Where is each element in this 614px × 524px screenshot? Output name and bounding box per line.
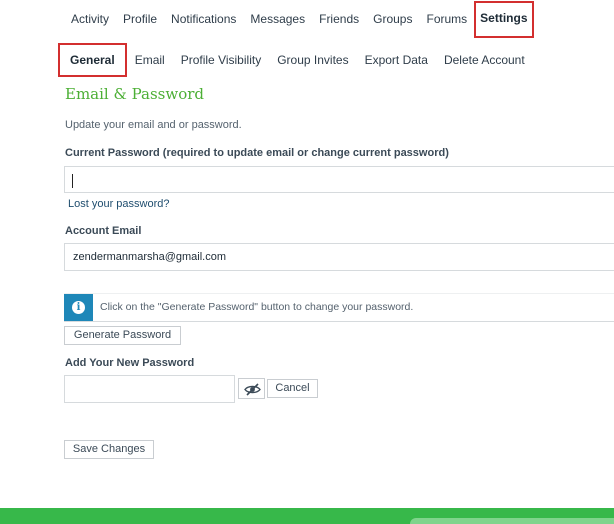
notice-text: Click on the "Generate Password" button … [100,301,414,313]
new-password-label: Add Your New Password [65,357,195,369]
lost-password-link[interactable]: Lost your password? [68,198,170,210]
nav-settings[interactable]: Settings [474,1,534,38]
cancel-button[interactable]: Cancel [267,379,318,398]
subnav-email[interactable]: Email [127,43,173,77]
subnav-export-data[interactable]: Export Data [357,43,436,77]
footer-bar [0,508,614,524]
subnav-delete-account[interactable]: Delete Account [436,43,533,77]
subnav-general[interactable]: General [58,43,127,77]
section-title: Email & Password [65,85,204,103]
account-email-label: Account Email [65,225,142,237]
section-description: Update your email and or password. [65,119,242,131]
password-notice: i Click on the "Generate Password" butto… [64,293,614,322]
account-email-value: zendermanmarsha@gmail.com [73,251,227,263]
nav-groups[interactable]: Groups [366,0,419,38]
save-changes-button[interactable]: Save Changes [64,440,154,459]
nav-activity[interactable]: Activity [64,0,116,38]
eye-slash-icon [244,383,261,396]
info-icon-box: i [64,294,93,321]
subnav-group-invites[interactable]: Group Invites [269,43,356,77]
nav-friends[interactable]: Friends [312,0,366,38]
nav-forums[interactable]: Forums [419,0,474,38]
text-caret [72,174,73,188]
footer-tab [410,518,614,524]
generate-password-button[interactable]: Generate Password [64,326,181,345]
account-email-field[interactable]: zendermanmarsha@gmail.com [64,243,614,271]
new-password-field[interactable] [64,375,235,403]
current-password-field[interactable] [64,166,614,193]
current-password-label: Current Password (required to update ema… [65,147,449,159]
nav-notifications[interactable]: Notifications [164,0,243,38]
toggle-password-visibility-button[interactable] [238,378,265,399]
nav-messages[interactable]: Messages [243,0,312,38]
nav-profile[interactable]: Profile [116,0,164,38]
info-icon: i [72,301,85,314]
subnav-profile-visibility[interactable]: Profile Visibility [173,43,269,77]
settings-subnav: General Email Profile Visibility Group I… [58,43,533,77]
top-nav: Activity Profile Notifications Messages … [64,0,534,38]
